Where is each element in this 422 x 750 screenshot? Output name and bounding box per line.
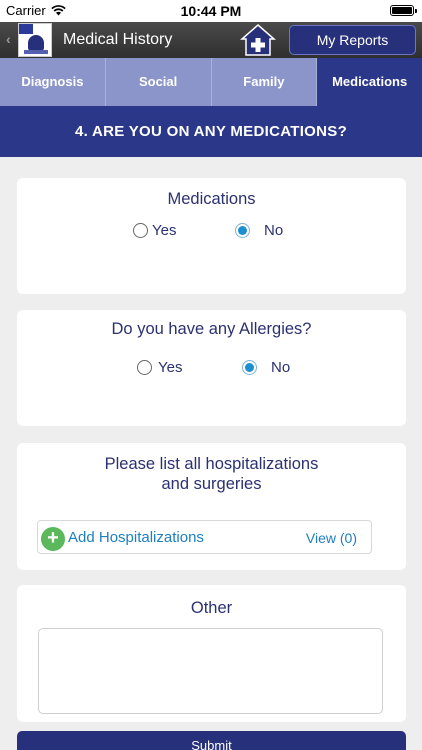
allergies-yes-label: Yes	[158, 359, 183, 376]
back-chevron-icon[interactable]: ‹	[6, 31, 11, 47]
medications-yes-label: Yes	[152, 222, 177, 239]
app-logo	[18, 23, 52, 57]
tab-bar: Diagnosis Social Family Medications	[0, 58, 422, 106]
allergies-yes-option[interactable]: Yes	[137, 359, 182, 376]
other-textarea[interactable]	[38, 628, 383, 714]
allergies-yes-radio[interactable]	[137, 360, 152, 375]
other-title: Other	[190, 599, 233, 617]
hospitalizations-title-line1: Please list all hospitalizations	[104, 455, 319, 473]
add-hospitalizations-link[interactable]: Add Hospitalizations	[68, 529, 204, 546]
other-card: Other	[17, 585, 406, 722]
allergies-title: Do you have any Allergies?	[111, 320, 312, 338]
nav-title: Medical History	[63, 31, 173, 48]
medications-yes-option[interactable]: Yes	[133, 222, 176, 239]
allergies-no-option[interactable]: No	[242, 359, 290, 376]
add-plus-icon[interactable]: +	[41, 527, 65, 551]
tab-medications[interactable]: Medications	[317, 58, 422, 106]
view-hospitalizations-link[interactable]: View (0)	[306, 530, 357, 546]
home-medical-icon[interactable]	[240, 23, 276, 57]
tab-family[interactable]: Family	[211, 58, 318, 106]
allergies-card: Do you have any Allergies? Yes No	[17, 310, 406, 426]
medications-title: Medications	[167, 190, 256, 208]
medications-no-option[interactable]: No	[235, 222, 283, 239]
medications-card: Medications Yes No	[17, 178, 406, 294]
my-reports-button[interactable]: My Reports	[289, 25, 416, 55]
medications-yes-radio[interactable]	[133, 223, 148, 238]
allergies-no-label: No	[271, 359, 291, 376]
nav-bar: ‹ Medical History My Reports	[0, 22, 422, 58]
section-header: 4. ARE YOU ON ANY MEDICATIONS?	[0, 106, 422, 157]
status-time: 10:44 PM	[180, 3, 242, 19]
hospitalizations-card: Please list all hospitalizations and sur…	[17, 443, 406, 570]
allergies-no-radio[interactable]	[242, 360, 257, 375]
hospitalizations-title-line2: and surgeries	[161, 475, 262, 493]
medications-no-radio[interactable]	[235, 223, 250, 238]
add-hospitalizations-row[interactable]: + Add Hospitalizations View (0)	[37, 520, 372, 554]
submit-button[interactable]: Submit	[17, 731, 406, 750]
battery-icon	[390, 5, 417, 16]
medications-no-label: No	[264, 222, 284, 239]
status-bar: Carrier 10:44 PM	[0, 0, 422, 22]
tab-social[interactable]: Social	[105, 58, 212, 106]
tab-diagnosis[interactable]: Diagnosis	[0, 58, 106, 106]
